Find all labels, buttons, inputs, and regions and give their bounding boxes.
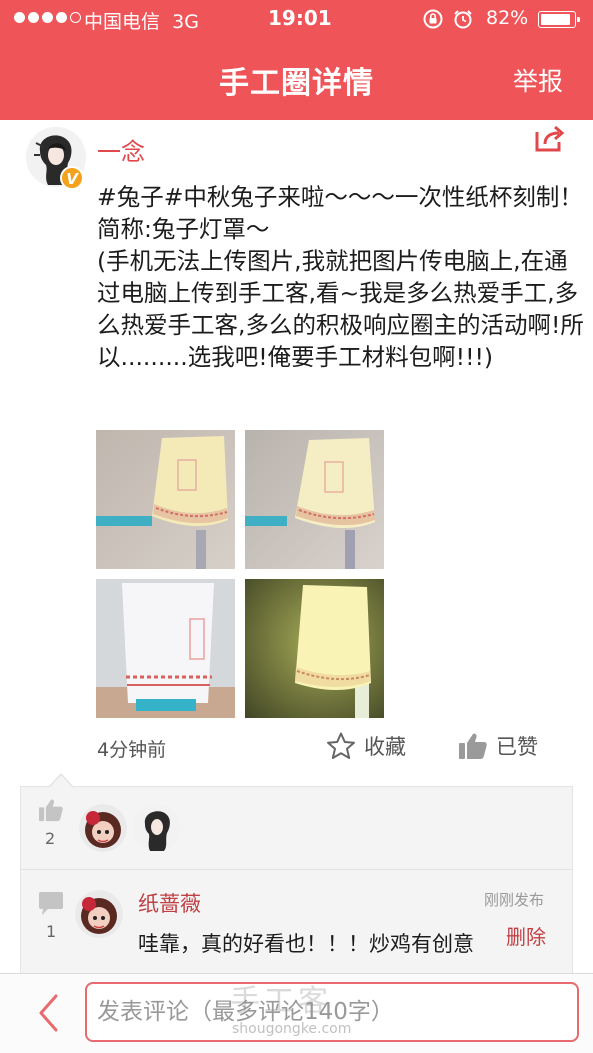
watermark-logo: 手工客: [230, 984, 332, 1019]
like-count: 2: [45, 829, 56, 848]
network-type: 3G: [172, 11, 199, 33]
comment-count: 1: [46, 922, 57, 941]
comment-author[interactable]: 纸蔷薇: [138, 888, 201, 918]
comment-time: 刚刚发布: [484, 891, 545, 909]
comment-text: 哇靠，真的好看也！！！炒鸡有创意: [138, 932, 474, 956]
rotation-lock-icon: [423, 9, 443, 29]
share-icon[interactable]: [533, 124, 567, 154]
commenter-avatar[interactable]: [75, 890, 123, 938]
panel-pointer-inner: [50, 775, 72, 787]
status-time: 19:01: [268, 6, 332, 30]
panel-divider: [20, 869, 573, 870]
photo-4[interactable]: [245, 579, 384, 718]
signal-strength-icon: [14, 12, 81, 23]
alarm-icon: [454, 10, 472, 29]
report-button[interactable]: 举报: [513, 62, 563, 98]
comment-icon: [39, 892, 63, 915]
back-chevron-icon[interactable]: [36, 993, 62, 1033]
favorite-label: 收藏: [364, 735, 406, 759]
photo-2[interactable]: [245, 430, 384, 569]
delete-comment-button[interactable]: 删除: [506, 921, 546, 950]
liker-avatar[interactable]: [79, 804, 127, 852]
author-name[interactable]: 一念: [97, 132, 145, 167]
post-time: 4分钟前: [97, 739, 167, 761]
thumbs-up-icon: [39, 799, 63, 822]
thumbs-up-icon: [459, 733, 487, 759]
favorite-button[interactable]: 收藏: [326, 731, 406, 761]
battery-icon: [538, 11, 580, 28]
page-title: 手工圈详情: [219, 66, 374, 101]
liked-label: 已赞: [496, 735, 538, 759]
verified-badge: V: [60, 166, 84, 190]
status-icons: [422, 8, 474, 30]
top-bar: 中国电信 3G 19:01 82% 手工圈详情 举报: [0, 0, 593, 120]
post-body: #兔子#中秋兔子来啦～～～一次性纸杯刻制！简称:兔子灯罩～ (手机无法上传图片,…: [97, 183, 584, 371]
like-button[interactable]: 已赞: [458, 731, 538, 761]
star-icon: [327, 732, 355, 759]
photo-1[interactable]: [96, 430, 235, 569]
photo-3[interactable]: [96, 579, 235, 718]
battery-percent: 82%: [486, 7, 529, 29]
photo-grid: [96, 430, 386, 718]
carrier-label: 中国电信 3G: [84, 7, 199, 34]
liker-avatar[interactable]: [133, 804, 181, 852]
status-bar: 中国电信 3G 19:01 82%: [0, 0, 593, 38]
carrier-name: 中国电信: [84, 11, 161, 33]
watermark-url: shougongke.com: [232, 1021, 352, 1037]
